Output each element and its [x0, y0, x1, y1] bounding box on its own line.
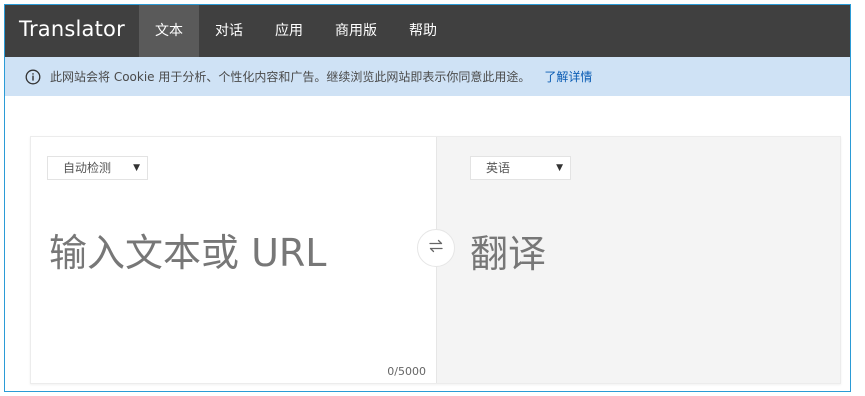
- info-icon: [25, 69, 41, 85]
- translation-output: 翻译: [470, 232, 547, 276]
- cookie-notice: 此网站会将 Cookie 用于分析、个性化内容和广告。继续浏览此网站即表示你同意…: [5, 57, 850, 96]
- dropdown-caret-icon: ▼: [556, 163, 563, 173]
- target-language-label: 英语: [486, 161, 511, 175]
- source-language-label: 自动检测: [63, 161, 112, 175]
- target-language-select[interactable]: 英语 ▼: [470, 156, 571, 180]
- nav-item-business[interactable]: 商用版: [319, 5, 393, 57]
- swap-arrows-icon: [427, 237, 445, 259]
- character-counter: 0/5000: [387, 365, 426, 378]
- translator-card: 自动检测 ▼ 0/5000 英语 ▼ 翻译: [30, 136, 841, 384]
- top-navigation-bar: Translator 文本 对话 应用 商用版 帮助: [5, 5, 850, 57]
- app-window: Translator 文本 对话 应用 商用版 帮助 此网站会将 Cookie …: [4, 4, 851, 392]
- source-text-input[interactable]: [49, 223, 419, 283]
- nav-item-conversation[interactable]: 对话: [199, 5, 259, 57]
- learn-more-link[interactable]: 了解详情: [544, 68, 592, 85]
- source-pane: 自动检测 ▼ 0/5000: [31, 137, 436, 383]
- swap-languages-button[interactable]: [417, 229, 455, 267]
- cookie-notice-text: 此网站会将 Cookie 用于分析、个性化内容和广告。继续浏览此网站即表示你同意…: [50, 70, 531, 84]
- main-nav: 文本 对话 应用 商用版 帮助: [139, 5, 453, 57]
- dropdown-caret-icon: ▼: [133, 163, 140, 173]
- nav-item-help[interactable]: 帮助: [393, 5, 453, 57]
- target-pane: 英语 ▼ 翻译: [436, 137, 840, 383]
- source-language-select[interactable]: 自动检测 ▼: [47, 156, 148, 180]
- nav-item-text[interactable]: 文本: [139, 5, 199, 57]
- brand-logo[interactable]: Translator: [19, 17, 125, 41]
- nav-item-apps[interactable]: 应用: [259, 5, 319, 57]
